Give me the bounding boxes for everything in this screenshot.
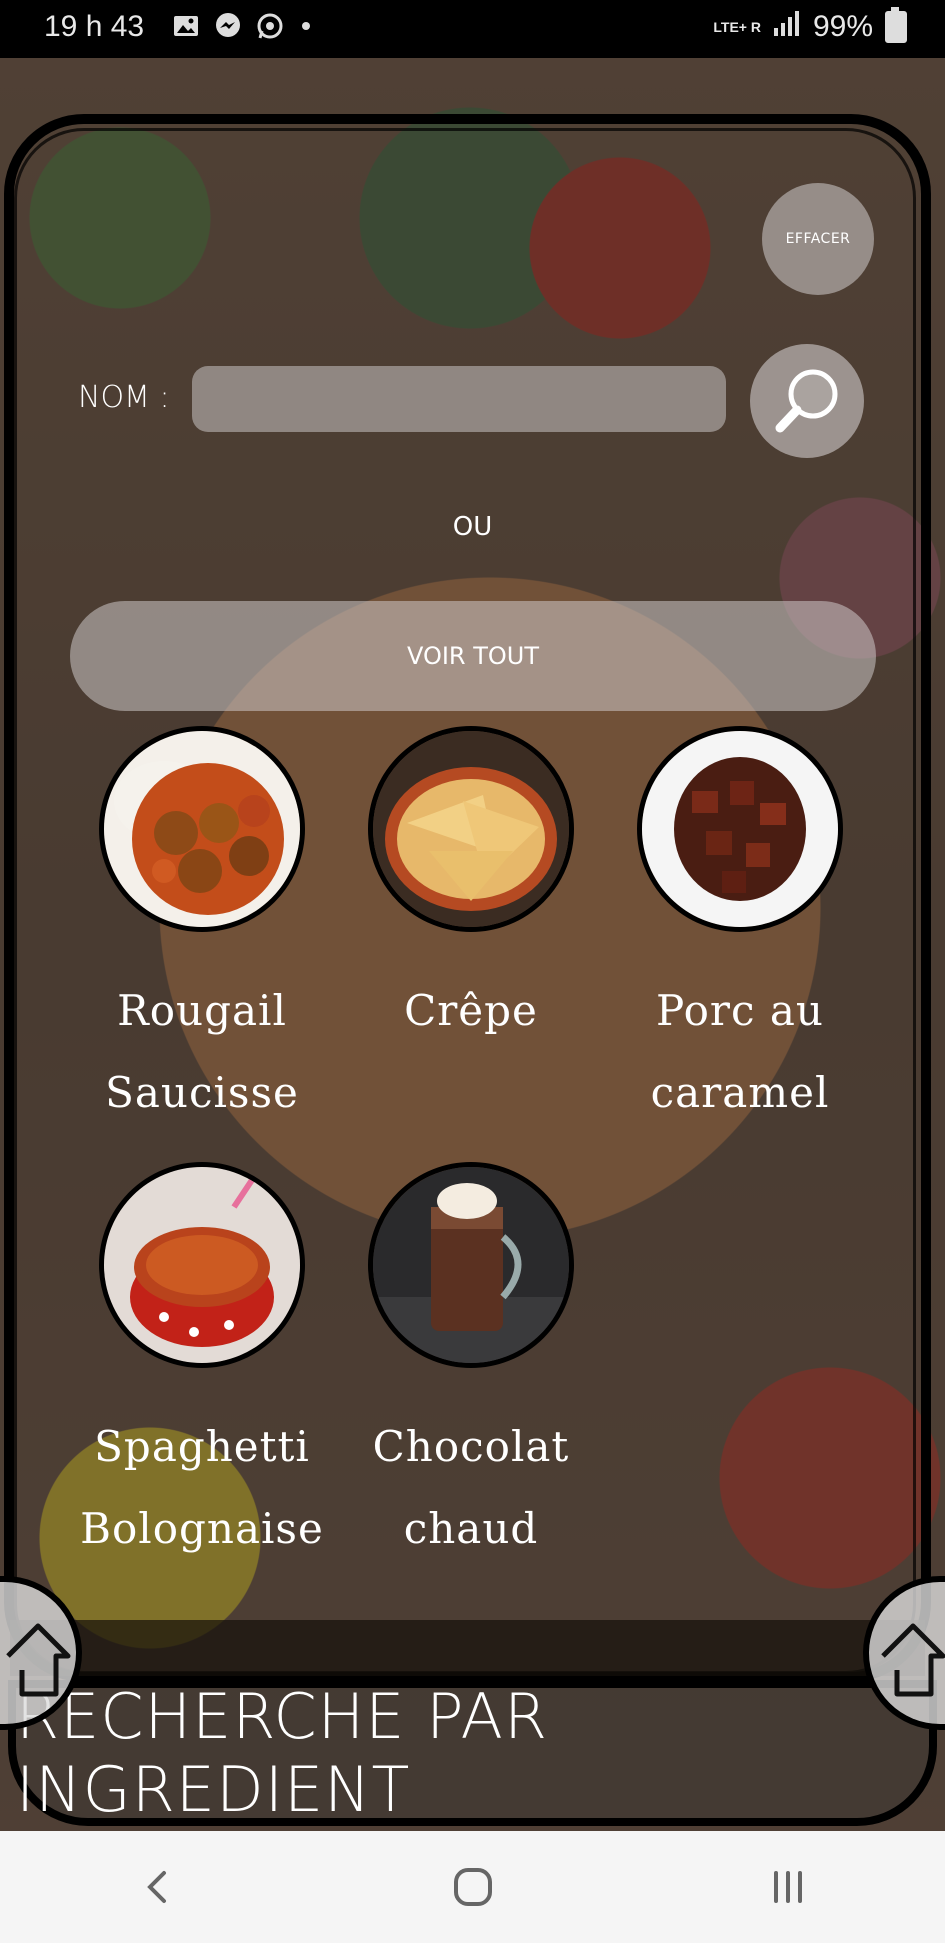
back-icon: [146, 1871, 166, 1903]
recipe-image-rougail[interactable]: [99, 726, 305, 932]
messenger-icon: [214, 12, 242, 40]
whatsapp-icon: [256, 12, 284, 40]
recipe-item[interactable]: Spaghetti Bolognaise: [67, 1162, 337, 1570]
footer-title: RECHERCHE PAR INGREDIENT: [16, 1680, 549, 1826]
home-nav-button[interactable]: [433, 1847, 513, 1927]
recipe-item[interactable]: Chocolat chaud: [336, 1162, 606, 1570]
network-type: LTE+ R: [713, 19, 761, 35]
recipe-image-porc-caramel[interactable]: [637, 726, 843, 932]
more-notifications-dot: [302, 22, 310, 30]
search-icon: [775, 369, 838, 433]
recipe-image-crepe[interactable]: [368, 726, 574, 932]
battery-level: 99%: [812, 10, 873, 43]
name-input[interactable]: [192, 366, 726, 432]
recipe-image-chocolat[interactable]: [368, 1162, 574, 1368]
search-button[interactable]: [750, 344, 864, 458]
recipe-name: Spaghetti Bolognaise: [80, 1422, 324, 1553]
name-label: NOM :: [78, 380, 170, 415]
clear-button[interactable]: EFFACER: [762, 183, 874, 295]
status-bar: 19 h 43 LTE+ R 99%: [0, 0, 945, 58]
recipe-image-spaghetti[interactable]: [99, 1162, 305, 1368]
see-all-button[interactable]: VOIR TOUT: [70, 601, 876, 711]
footer-title-bar: RECHERCHE PAR INGREDIENT: [8, 1680, 937, 1826]
signal-icon: [773, 10, 801, 44]
status-time: 19 h 43: [44, 10, 145, 43]
home-icon: [881, 1623, 945, 1697]
back-button[interactable]: [118, 1847, 198, 1927]
recipe-name: Crêpe: [404, 986, 538, 1035]
recipe-name: Chocolat chaud: [372, 1422, 570, 1553]
notification-icons: [172, 12, 310, 40]
home-nav-icon: [453, 1868, 492, 1906]
recents-button[interactable]: [748, 1847, 828, 1927]
recipe-item[interactable]: Porc au caramel: [605, 726, 875, 1134]
recipe-name: Rougail Saucisse: [105, 986, 299, 1117]
home-icon: [6, 1623, 71, 1697]
system-status: LTE+ R 99%: [713, 7, 907, 44]
recipe-item[interactable]: Crêpe: [336, 726, 606, 1052]
gallery-icon: [172, 12, 200, 40]
recents-icon: [773, 1871, 802, 1903]
recipe-item[interactable]: Rougail Saucisse: [67, 726, 337, 1134]
recipe-name: Porc au caramel: [650, 986, 830, 1117]
battery-icon: [885, 7, 907, 43]
decorative-band: [10, 1620, 925, 1676]
app-screen: EFFACER NOM : OU VOIR TOUT Rougail Sauci…: [0, 58, 945, 1831]
system-navigation-bar: [0, 1831, 945, 1943]
or-separator: OU: [452, 512, 493, 542]
